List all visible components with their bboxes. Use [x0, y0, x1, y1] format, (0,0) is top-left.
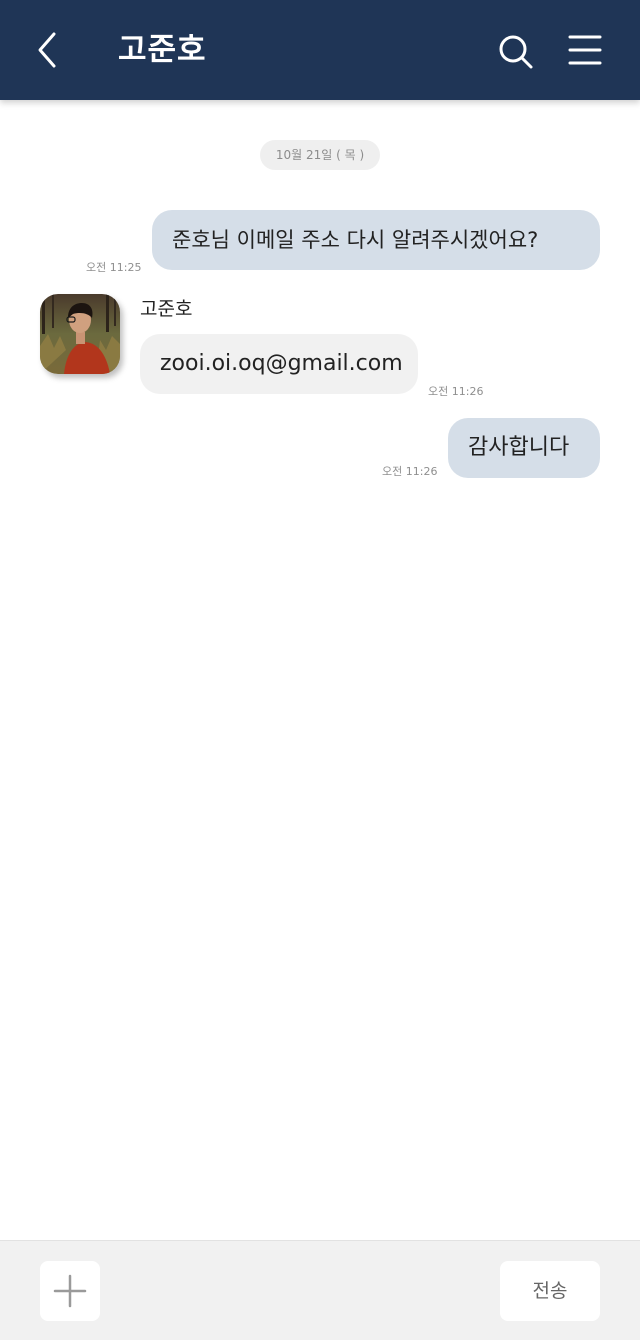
message-input[interactable] [116, 1261, 484, 1321]
menu-button[interactable] [566, 32, 604, 68]
sender-name: 고준호 [140, 298, 193, 320]
date-divider: 10월 21일 ( 목 ) [260, 140, 380, 170]
send-button[interactable]: 전송 [500, 1261, 600, 1321]
back-button[interactable] [30, 28, 70, 72]
message-timestamp: 오전 11:26 [382, 465, 438, 478]
chat-title: 고준호 [118, 32, 207, 68]
hamburger-menu-icon [568, 35, 602, 65]
chevron-left-icon [38, 32, 56, 68]
profile-photo [40, 294, 120, 374]
received-message-bubble[interactable]: zooi.oi.oq@gmail.com [140, 334, 418, 394]
search-button[interactable] [496, 32, 536, 72]
message-timestamp: 오전 11:26 [428, 385, 484, 398]
my-message-bubble[interactable]: 감사합니다 [448, 418, 600, 478]
header-bar: 고준호 [0, 0, 640, 100]
message-list[interactable]: 10월 21일 ( 목 ) 준호님 이메일 주소 다시 알려주시겠어요? 오전 … [0, 100, 640, 1240]
message-input-bar: 전송 [0, 1240, 640, 1340]
search-icon [499, 35, 533, 69]
plus-icon [53, 1274, 87, 1308]
message-timestamp: 오전 11:25 [86, 261, 142, 274]
avatar[interactable] [40, 294, 120, 374]
chat-screen: 고준호 10월 21일 ( 목 ) 준호님 이메일 주소 다시 알려주시겠어요?… [0, 0, 640, 1340]
attach-button[interactable] [40, 1261, 100, 1321]
my-message-bubble[interactable]: 준호님 이메일 주소 다시 알려주시겠어요? [152, 210, 600, 270]
